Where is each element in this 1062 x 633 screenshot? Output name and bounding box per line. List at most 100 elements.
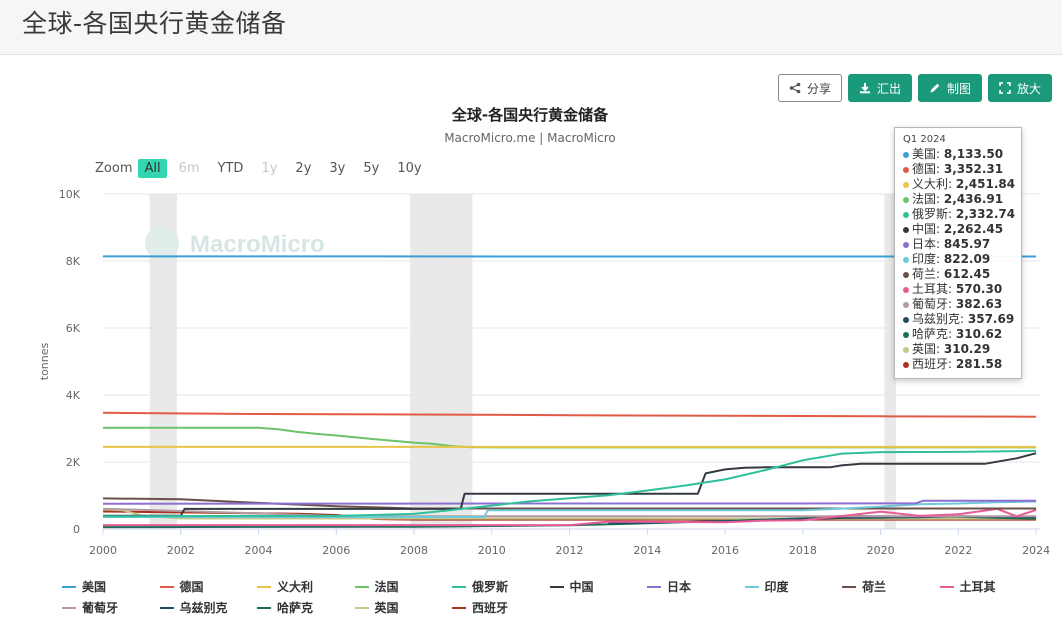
legend-label: 法国 — [374, 580, 399, 594]
legend-label: 土耳其 — [959, 580, 996, 594]
draw-button[interactable]: 制图 — [917, 74, 982, 102]
x-tick-label: 2000 — [89, 544, 117, 557]
legend-item[interactable]: 英国 — [354, 597, 453, 618]
legend-label: 美国 — [82, 580, 107, 594]
zoom-10y-button[interactable]: 10y — [391, 159, 427, 178]
tooltip-row: 西班牙: 281.58 — [903, 357, 1021, 372]
tooltip-series-value: 310.62 — [955, 327, 1003, 341]
x-tick-label: 2024 — [1022, 544, 1050, 557]
tooltip-series-value: 2,332.74 — [955, 207, 1016, 221]
legend-item[interactable]: 中国 — [549, 576, 648, 597]
chart-subtitle: MacroMicro.me | MacroMicro — [444, 131, 616, 145]
tooltip-row: 日本: 845.97 — [903, 237, 1021, 252]
legend-item[interactable]: 哈萨克 — [257, 597, 355, 618]
legend-label: 英国 — [374, 601, 399, 615]
tooltip-series-value: 382.63 — [955, 297, 1003, 311]
tooltip-series-name: 土耳其 — [912, 282, 949, 296]
tooltip-dot-icon — [903, 361, 909, 368]
tooltip-series-value: 3,352.31 — [943, 162, 1004, 176]
tooltip-dot-icon — [903, 151, 909, 158]
tooltip-series-value: 310.29 — [943, 342, 991, 356]
legend-swatch-icon — [159, 585, 174, 588]
tooltip-series-name: 哈萨克 — [912, 327, 949, 341]
enlarge-label: 放大 — [1016, 81, 1041, 96]
legend-item[interactable]: 俄罗斯 — [452, 576, 550, 597]
zoom-6m-button[interactable]: 6m — [173, 159, 206, 178]
legend-item[interactable]: 葡萄牙 — [62, 597, 160, 618]
tooltip-series-name: 葡萄牙 — [912, 297, 949, 311]
legend-item[interactable]: 土耳其 — [939, 576, 1038, 597]
legend-label: 荷兰 — [862, 580, 887, 594]
tooltip-row: 德国: 3,352.31 — [903, 162, 1021, 177]
tooltip-row: 哈萨克: 310.62 — [903, 327, 1021, 342]
tooltip-series-value: 2,262.45 — [943, 222, 1004, 236]
tooltip-dot-icon — [903, 316, 909, 323]
x-tick-label: 2012 — [556, 544, 584, 557]
legend-label: 义大利 — [277, 580, 314, 594]
tooltip-series-value: 612.45 — [943, 267, 991, 281]
expand-icon — [999, 82, 1011, 94]
tooltip-row: 印度: 822.09 — [903, 252, 1021, 267]
tooltip-dot-icon — [903, 331, 909, 338]
tooltip-dot-icon — [903, 346, 909, 353]
tooltip-dot-icon — [903, 241, 909, 248]
tooltip-series-name: 俄罗斯 — [912, 207, 949, 221]
enlarge-button[interactable]: 放大 — [987, 74, 1052, 102]
legend-label: 俄罗斯 — [472, 580, 509, 594]
tooltip-dot-icon — [903, 226, 909, 233]
chart-title: 全球-各国央行黄金储备 — [451, 106, 609, 124]
tooltip-dot-icon — [903, 256, 909, 263]
y-tick-label: 4K — [66, 389, 81, 402]
tooltip-row: 荷兰: 612.45 — [903, 267, 1021, 282]
tooltip-series-value: 2,451.84 — [955, 177, 1016, 191]
y-axis-label: tonnes — [38, 342, 51, 380]
zoom-all-button[interactable]: All — [138, 159, 167, 178]
zoom-3y-button[interactable]: 3y — [323, 159, 351, 178]
legend-swatch-icon — [939, 585, 954, 588]
legend-item[interactable]: 德国 — [159, 576, 258, 597]
legend-item[interactable]: 义大利 — [257, 576, 355, 597]
legend-item[interactable]: 日本 — [647, 576, 745, 597]
zoom-ytd-button[interactable]: YTD — [212, 159, 250, 178]
tooltip-dot-icon — [903, 271, 909, 278]
legend-label: 印度 — [764, 580, 789, 594]
zoom-selector: Zoom All 6m YTD 1y 2y 3y 5y 10y — [95, 159, 434, 178]
tooltip-dot-icon — [903, 301, 909, 308]
zoom-1y-button[interactable]: 1y — [255, 159, 283, 178]
legend-label: 德国 — [179, 580, 204, 594]
tooltip-row: 土耳其: 570.30 — [903, 282, 1021, 297]
zoom-5y-button[interactable]: 5y — [357, 159, 385, 178]
zoom-label: Zoom — [95, 161, 133, 176]
legend-item[interactable]: 西班牙 — [452, 597, 550, 618]
legend-swatch-icon — [62, 606, 76, 609]
tooltip-series-name: 乌兹别克 — [912, 312, 961, 326]
legend-item[interactable]: 印度 — [744, 576, 843, 597]
share-icon — [789, 82, 801, 94]
legend-item[interactable]: 美国 — [62, 576, 160, 597]
chart-tooltip: Q1 2024 美国: 8,133.50 德国: 3,352.31 义大利: 2,4… — [894, 127, 1022, 379]
tooltip-series-name: 日本 — [912, 237, 937, 251]
tooltip-series-name: 美国 — [912, 147, 937, 161]
legend-swatch-icon — [744, 585, 759, 588]
export-button[interactable]: 汇出 — [847, 74, 912, 102]
watermark-icon — [145, 226, 179, 260]
tooltip-series-value: 845.97 — [943, 237, 991, 251]
x-tick-label: 2008 — [400, 544, 428, 557]
legend-swatch-icon — [452, 585, 466, 588]
legend-item[interactable]: 荷兰 — [842, 576, 940, 597]
tooltip-series-name: 西班牙 — [912, 357, 949, 371]
zoom-2y-button[interactable]: 2y — [289, 159, 317, 178]
tooltip-row: 葡萄牙: 382.63 — [903, 297, 1021, 312]
tooltip-row: 俄罗斯: 2,332.74 — [903, 207, 1021, 222]
page-title: 全球-各国央行黄金储备 — [22, 9, 287, 38]
tooltip-series-value: 8,133.50 — [943, 147, 1004, 161]
legend-item[interactable]: 乌兹别克 — [159, 597, 258, 618]
x-tick-label: 2010 — [478, 544, 506, 557]
x-tick-label: 2016 — [711, 544, 739, 557]
legend-item[interactable]: 法国 — [354, 576, 453, 597]
chart-legend: 美国 德国 义大利 法国 俄罗斯 中国 日本 印度 荷兰 土耳其葡萄牙 乌兹别克 哈萨克 英国 西班牙 — [62, 576, 1052, 618]
share-button[interactable]: 分享 — [777, 74, 842, 102]
tooltip-series-name: 德国 — [912, 162, 937, 176]
x-tick-label: 2020 — [867, 544, 895, 557]
share-label: 分享 — [806, 81, 831, 96]
